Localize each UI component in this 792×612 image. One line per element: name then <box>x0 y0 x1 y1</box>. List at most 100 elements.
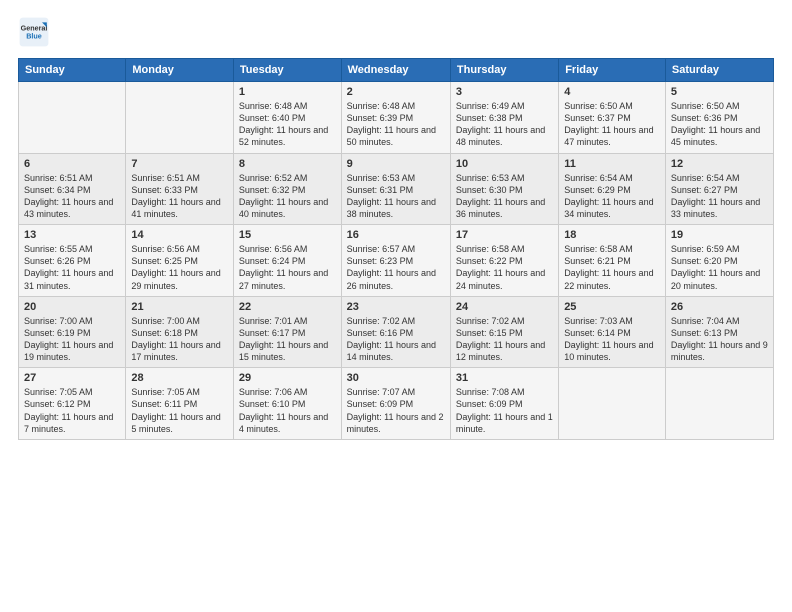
calendar-cell: 18 Sunrise: 6:58 AM Sunset: 6:21 PM Dayli… <box>559 225 666 297</box>
day-number: 5 <box>671 86 768 98</box>
day-info: Sunrise: 6:51 AM Sunset: 6:33 PM Dayligh… <box>131 172 228 221</box>
day-info: Sunrise: 6:56 AM Sunset: 6:24 PM Dayligh… <box>239 243 336 292</box>
day-info: Sunrise: 7:00 AM Sunset: 6:19 PM Dayligh… <box>24 315 120 364</box>
calendar-cell: 2 Sunrise: 6:48 AM Sunset: 6:39 PM Daylig… <box>341 82 450 154</box>
calendar-cell: 26 Sunrise: 7:04 AM Sunset: 6:13 PM Dayli… <box>665 296 773 368</box>
day-number: 19 <box>671 229 768 241</box>
day-number: 6 <box>24 158 120 170</box>
logo-area: General Blue <box>18 16 54 48</box>
calendar-cell: 3 Sunrise: 6:49 AM Sunset: 6:38 PM Daylig… <box>450 82 558 154</box>
calendar-cell: 22Sunrise: 7:01 AM Sunset: 6:17 PM Dayli… <box>233 296 341 368</box>
day-number: 12 <box>671 158 768 170</box>
day-info: Sunrise: 7:07 AM Sunset: 6:09 PM Dayligh… <box>347 386 445 435</box>
calendar-cell: 8 Sunrise: 6:52 AM Sunset: 6:32 PM Daylig… <box>233 153 341 225</box>
weekday-header-monday: Monday <box>126 59 234 82</box>
calendar-cell: 6 Sunrise: 6:51 AM Sunset: 6:34 PM Daylig… <box>19 153 126 225</box>
day-info: Sunrise: 7:08 AM Sunset: 6:09 PM Dayligh… <box>456 386 553 435</box>
calendar-cell: 21Sunrise: 7:00 AM Sunset: 6:18 PM Dayli… <box>126 296 234 368</box>
day-info: Sunrise: 6:57 AM Sunset: 6:23 PM Dayligh… <box>347 243 445 292</box>
weekday-header-friday: Friday <box>559 59 666 82</box>
day-info: Sunrise: 6:48 AM Sunset: 6:39 PM Dayligh… <box>347 100 445 149</box>
calendar-cell: 16 Sunrise: 6:57 AM Sunset: 6:23 PM Dayli… <box>341 225 450 297</box>
weekday-header-row: SundayMondayTuesdayWednesdayThursdayFrid… <box>19 59 774 82</box>
day-info: Sunrise: 6:58 AM Sunset: 6:22 PM Dayligh… <box>456 243 553 292</box>
calendar-cell: 19 Sunrise: 6:59 AM Sunset: 6:20 PM Dayli… <box>665 225 773 297</box>
day-number: 17 <box>456 229 553 241</box>
day-info: Sunrise: 6:51 AM Sunset: 6:34 PM Dayligh… <box>24 172 120 221</box>
logo-icon: General Blue <box>18 16 50 48</box>
calendar-cell: 20 Sunrise: 7:00 AM Sunset: 6:19 PM Dayli… <box>19 296 126 368</box>
weekday-header-wednesday: Wednesday <box>341 59 450 82</box>
day-number: 8 <box>239 158 336 170</box>
calendar-week-row: 20 Sunrise: 7:00 AM Sunset: 6:19 PM Dayli… <box>19 296 774 368</box>
day-number: 29 <box>239 372 336 384</box>
day-info: Sunrise: 7:01 AM Sunset: 6:17 PM Dayligh… <box>239 315 336 364</box>
day-info: Sunrise: 7:04 AM Sunset: 6:13 PM Dayligh… <box>671 315 768 364</box>
calendar-cell: 4 Sunrise: 6:50 AM Sunset: 6:37 PM Daylig… <box>559 82 666 154</box>
day-number: 20 <box>24 301 120 313</box>
day-info: Sunrise: 6:54 AM Sunset: 6:27 PM Dayligh… <box>671 172 768 221</box>
day-info: Sunrise: 7:02 AM Sunset: 6:16 PM Dayligh… <box>347 315 445 364</box>
header: General Blue <box>18 16 774 48</box>
day-number: 31 <box>456 372 553 384</box>
calendar-cell <box>665 368 773 440</box>
day-info: Sunrise: 7:03 AM Sunset: 6:14 PM Dayligh… <box>564 315 660 364</box>
day-number: 13 <box>24 229 120 241</box>
day-number: 7 <box>131 158 228 170</box>
calendar-cell: 15 Sunrise: 6:56 AM Sunset: 6:24 PM Dayli… <box>233 225 341 297</box>
day-info: Sunrise: 6:59 AM Sunset: 6:20 PM Dayligh… <box>671 243 768 292</box>
calendar-week-row: 1 Sunrise: 6:48 AM Sunset: 6:40 PM Daylig… <box>19 82 774 154</box>
day-number: 3 <box>456 86 553 98</box>
day-number: 2 <box>347 86 445 98</box>
calendar-cell: 10 Sunrise: 6:53 AM Sunset: 6:30 PM Dayli… <box>450 153 558 225</box>
day-number: 11 <box>564 158 660 170</box>
calendar-week-row: 27 Sunrise: 7:05 AM Sunset: 6:12 PM Dayli… <box>19 368 774 440</box>
day-number: 28 <box>131 372 228 384</box>
day-info: Sunrise: 6:49 AM Sunset: 6:38 PM Dayligh… <box>456 100 553 149</box>
calendar-cell: 25 Sunrise: 7:03 AM Sunset: 6:14 PM Dayli… <box>559 296 666 368</box>
day-info: Sunrise: 7:05 AM Sunset: 6:12 PM Dayligh… <box>24 386 120 435</box>
day-number: 27 <box>24 372 120 384</box>
calendar-cell: 14Sunrise: 6:56 AM Sunset: 6:25 PM Dayli… <box>126 225 234 297</box>
day-number: 16 <box>347 229 445 241</box>
day-number: 25 <box>564 301 660 313</box>
calendar-cell: 17 Sunrise: 6:58 AM Sunset: 6:22 PM Dayli… <box>450 225 558 297</box>
calendar-cell <box>19 82 126 154</box>
weekday-header-thursday: Thursday <box>450 59 558 82</box>
day-number: 14 <box>131 229 228 241</box>
day-info: Sunrise: 6:50 AM Sunset: 6:36 PM Dayligh… <box>671 100 768 149</box>
day-number: 1 <box>239 86 336 98</box>
calendar-week-row: 6 Sunrise: 6:51 AM Sunset: 6:34 PM Daylig… <box>19 153 774 225</box>
day-info: Sunrise: 6:48 AM Sunset: 6:40 PM Dayligh… <box>239 100 336 149</box>
day-number: 10 <box>456 158 553 170</box>
calendar-cell: 9 Sunrise: 6:53 AM Sunset: 6:31 PM Daylig… <box>341 153 450 225</box>
calendar-cell: 1 Sunrise: 6:48 AM Sunset: 6:40 PM Daylig… <box>233 82 341 154</box>
day-info: Sunrise: 6:53 AM Sunset: 6:31 PM Dayligh… <box>347 172 445 221</box>
calendar-week-row: 13Sunrise: 6:55 AM Sunset: 6:26 PM Dayli… <box>19 225 774 297</box>
day-info: Sunrise: 6:58 AM Sunset: 6:21 PM Dayligh… <box>564 243 660 292</box>
calendar-cell: 31 Sunrise: 7:08 AM Sunset: 6:09 PM Dayli… <box>450 368 558 440</box>
day-info: Sunrise: 7:05 AM Sunset: 6:11 PM Dayligh… <box>131 386 228 435</box>
day-number: 9 <box>347 158 445 170</box>
day-number: 24 <box>456 301 553 313</box>
calendar-cell: 28 Sunrise: 7:05 AM Sunset: 6:11 PM Dayli… <box>126 368 234 440</box>
calendar-cell: 11 Sunrise: 6:54 AM Sunset: 6:29 PM Dayli… <box>559 153 666 225</box>
day-number: 4 <box>564 86 660 98</box>
day-number: 15 <box>239 229 336 241</box>
day-info: Sunrise: 7:06 AM Sunset: 6:10 PM Dayligh… <box>239 386 336 435</box>
calendar-cell: 7 Sunrise: 6:51 AM Sunset: 6:33 PM Daylig… <box>126 153 234 225</box>
day-number: 18 <box>564 229 660 241</box>
calendar-cell: 30Sunrise: 7:07 AM Sunset: 6:09 PM Dayli… <box>341 368 450 440</box>
day-number: 26 <box>671 301 768 313</box>
calendar-cell: 13Sunrise: 6:55 AM Sunset: 6:26 PM Dayli… <box>19 225 126 297</box>
day-number: 21 <box>131 301 228 313</box>
calendar-cell: 24Sunrise: 7:02 AM Sunset: 6:15 PM Dayli… <box>450 296 558 368</box>
weekday-header-tuesday: Tuesday <box>233 59 341 82</box>
svg-text:Blue: Blue <box>26 31 42 40</box>
day-info: Sunrise: 6:54 AM Sunset: 6:29 PM Dayligh… <box>564 172 660 221</box>
calendar-cell: 5 Sunrise: 6:50 AM Sunset: 6:36 PM Daylig… <box>665 82 773 154</box>
day-info: Sunrise: 6:50 AM Sunset: 6:37 PM Dayligh… <box>564 100 660 149</box>
day-info: Sunrise: 6:53 AM Sunset: 6:30 PM Dayligh… <box>456 172 553 221</box>
day-info: Sunrise: 6:52 AM Sunset: 6:32 PM Dayligh… <box>239 172 336 221</box>
calendar-table: SundayMondayTuesdayWednesdayThursdayFrid… <box>18 58 774 440</box>
